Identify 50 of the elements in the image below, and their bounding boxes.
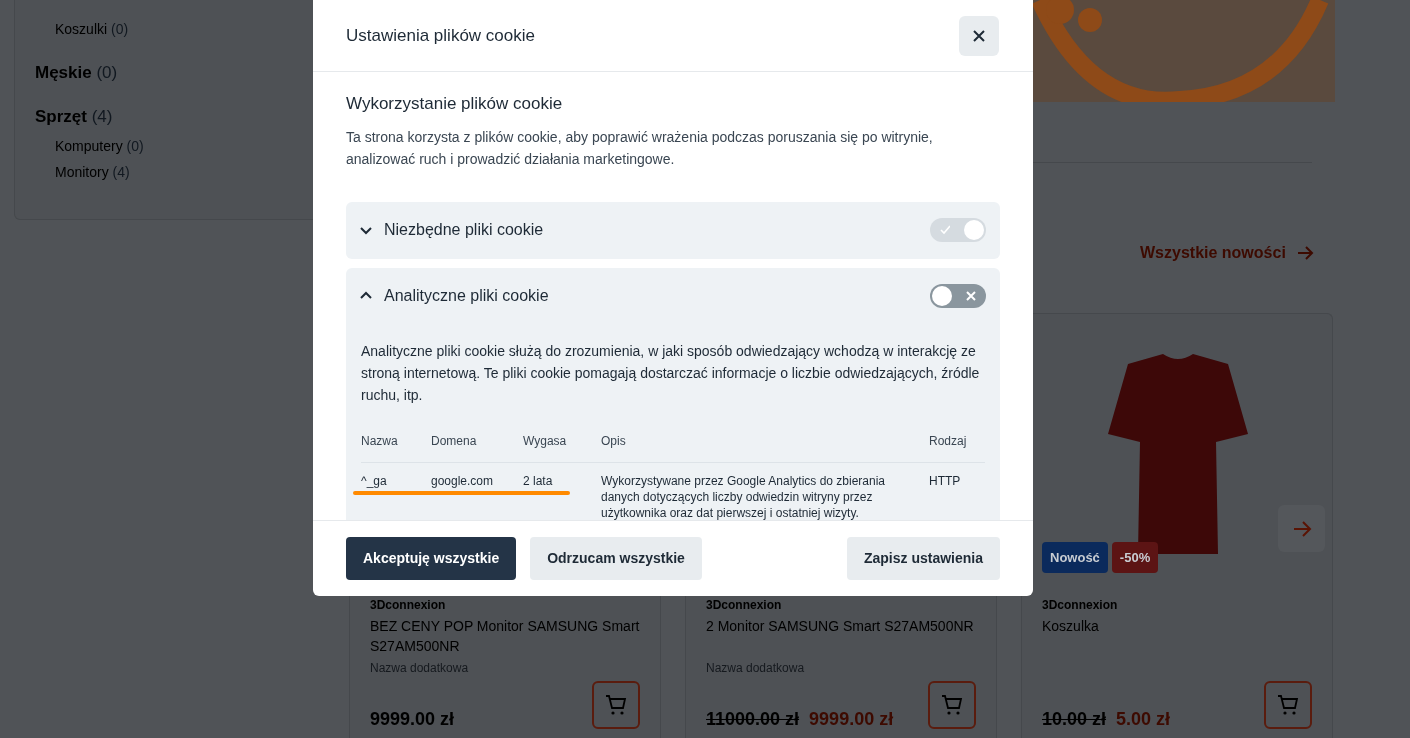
dialog-button[interactable]: Zapisz ustawienia	[846, 537, 1000, 580]
toggle-switch[interactable]	[930, 283, 986, 308]
table-cell-text: ^_ga	[361, 472, 388, 490]
close-icon	[966, 290, 976, 301]
column-header: Opis	[601, 432, 627, 450]
product-name[interactable]: 2 Monitor SAMSUNG Smart S27AM500NR	[706, 616, 986, 636]
dialog-title: Ustawienia plików cookie	[346, 24, 535, 47]
chevron-down-icon	[360, 225, 372, 235]
product-price: 9999.00 zł	[370, 708, 455, 731]
table-cell-text: google.com	[431, 472, 495, 490]
column-header: Rodzaj	[929, 432, 968, 450]
old-price: 10.00 zł	[1042, 708, 1107, 731]
column-header: Wygasa	[523, 432, 568, 450]
arrow-right-icon	[1291, 518, 1312, 539]
product-price: 9999.00 zł	[809, 708, 894, 731]
table-cell-text: 2 lata	[523, 472, 554, 490]
product-badge: Nowość	[1042, 542, 1108, 573]
product-brand: 3Dconnexion	[706, 597, 782, 614]
product-subtitle: Nazwa dodatkowa	[370, 660, 469, 677]
category-description: Analityczne pliki cookie służą do zrozumienia, w jaki sposób odwiedzający wchodzą w interakcję ze stroną internetową. Te pliki cookie pomagają dostarczać informacje o liczbie odwiedzających, źródle ruchu, itp.	[361, 341, 981, 405]
add-to-cart-button[interactable]	[928, 681, 976, 729]
product-brand: 3Dconnexion	[1042, 597, 1118, 614]
all-new-products-link[interactable]: Wszystkie nowości	[1140, 241, 1314, 265]
column-header: Nazwa	[361, 432, 399, 450]
cart-icon	[605, 694, 627, 716]
check-icon	[940, 225, 950, 235]
product-price: 5.00 zł	[1116, 708, 1171, 731]
product-name[interactable]: BEZ CENY POP Monitor SAMSUNG Smart S27AM500NR	[370, 616, 650, 656]
next-button[interactable]	[1278, 505, 1325, 552]
category-toggle[interactable]: Analityczne pliki cookie	[360, 283, 549, 308]
section-heading: Wykorzystanie plików cookie	[346, 93, 564, 115]
intro-text: Ta strona korzysta z plików cookie, aby poprawić wrażenia podczas poruszania się po witrynie, analizować ruch i prowadzić działania marketingowe.	[346, 127, 934, 169]
add-to-cart-button[interactable]	[592, 681, 640, 729]
close-button[interactable]	[959, 15, 999, 56]
cart-icon	[941, 694, 963, 716]
product-name[interactable]: Koszulka	[1042, 616, 1322, 636]
add-to-cart-button[interactable]	[1264, 681, 1312, 729]
table-cell-text: Wykorzystywane przez Google Analytics do zbierania danych dotyczących liczby odwiedzin witryny przez użytkownika oraz dat pierwszej i ostatniej wizyty.	[601, 472, 887, 520]
product-subtitle: Nazwa dodatkowa	[706, 660, 805, 677]
chevron-up-icon	[360, 291, 372, 300]
cart-icon	[1277, 694, 1299, 716]
dialog-button[interactable]: Odrzucam wszystkie	[530, 537, 702, 580]
arrow-right-icon	[1295, 244, 1314, 262]
product-brand: 3Dconnexion	[370, 597, 446, 614]
product-badge: -50%	[1111, 542, 1159, 573]
old-price: 11000.00 zł	[706, 708, 800, 731]
close-icon	[973, 29, 985, 42]
column-header: Domena	[431, 432, 478, 450]
table-cell-text: HTTP	[929, 472, 962, 490]
accept-all-button[interactable]: Akceptuję wszystkie	[346, 537, 517, 580]
